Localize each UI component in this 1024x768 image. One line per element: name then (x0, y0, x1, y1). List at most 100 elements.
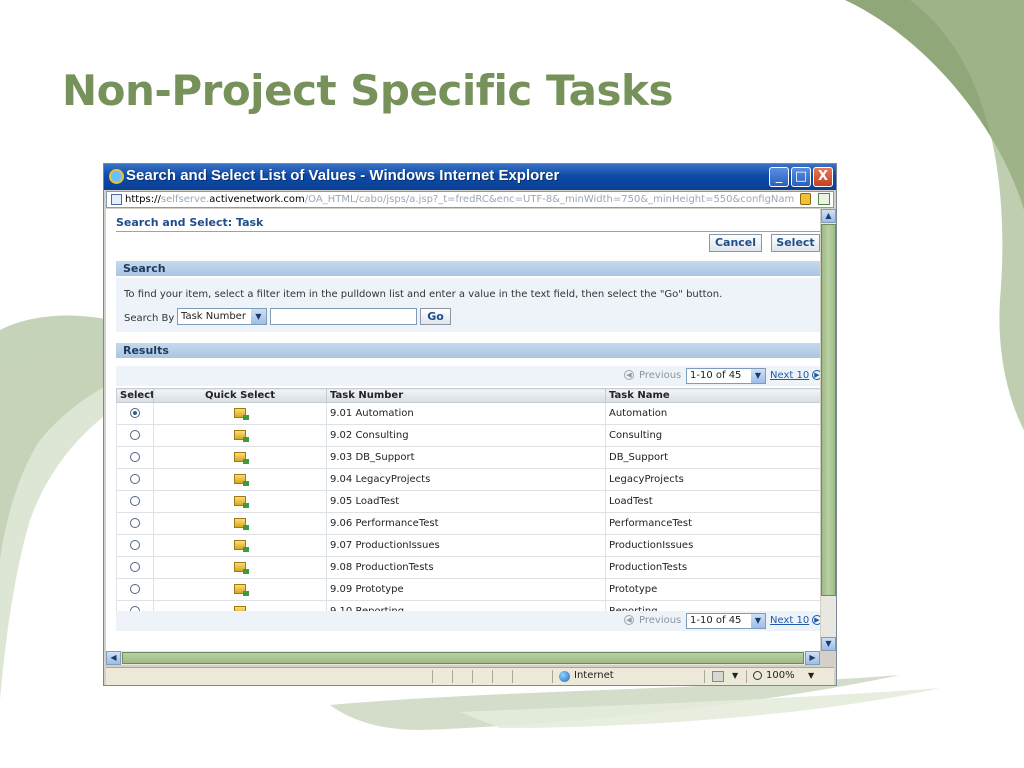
task-number-cell: 9.01 Automation (326, 402, 606, 425)
next-icon[interactable]: ▶ (812, 615, 820, 625)
quick-select-cell[interactable] (153, 468, 327, 491)
chevron-down-icon[interactable]: ▼ (751, 614, 765, 628)
certificate-icon[interactable] (818, 193, 830, 205)
previous-icon: ◀ (624, 615, 634, 625)
chevron-down-icon[interactable]: ▼ (808, 668, 814, 684)
quick-select-cell[interactable] (153, 556, 327, 579)
next-icon[interactable]: ▶ (812, 370, 820, 380)
quick-select-icon[interactable] (234, 474, 249, 486)
select-radio[interactable] (130, 474, 140, 484)
scroll-up-icon[interactable]: ▲ (821, 209, 836, 223)
title-divider (116, 231, 820, 232)
vertical-scroll-thumb[interactable] (821, 224, 836, 596)
table-row[interactable]: 9.09 Prototype Prototype (116, 578, 820, 601)
range-select[interactable]: 1-10 of 45 ▼ (686, 368, 766, 384)
scroll-down-icon[interactable]: ▼ (821, 637, 836, 651)
zoom-level[interactable]: 100% (766, 668, 795, 684)
quick-select-icon[interactable] (234, 430, 249, 442)
select-cell[interactable] (116, 578, 154, 601)
status-separator (452, 670, 453, 683)
quick-select-cell[interactable] (153, 446, 327, 469)
security-zone-label: Internet (574, 670, 614, 681)
quick-select-cell[interactable] (153, 512, 327, 535)
select-cell[interactable] (116, 556, 154, 579)
window-titlebar[interactable]: Search and Select List of Values - Windo… (104, 164, 836, 190)
task-number-cell: 9.02 Consulting (326, 424, 606, 447)
select-radio[interactable] (130, 584, 140, 594)
table-row[interactable]: 9.06 PerformanceTest PerformanceTest (116, 512, 820, 535)
table-row[interactable]: 9.08 ProductionTests ProductionTests (116, 556, 820, 579)
status-separator (552, 670, 553, 683)
close-button[interactable]: X (813, 167, 833, 187)
select-radio[interactable] (130, 496, 140, 506)
scroll-right-icon[interactable]: ▶ (805, 651, 820, 665)
quick-select-cell[interactable] (153, 424, 327, 447)
table-row[interactable]: 9.03 DB_Support DB_Support (116, 446, 820, 469)
task-number-cell: 9.05 LoadTest (326, 490, 606, 513)
vertical-scrollbar[interactable]: ▲ ▼ (821, 209, 836, 651)
quick-select-cell[interactable] (153, 490, 327, 513)
table-row[interactable]: 9.05 LoadTest LoadTest (116, 490, 820, 513)
select-radio[interactable] (130, 408, 140, 418)
zoom-icon[interactable] (753, 671, 762, 680)
filter-select[interactable]: Task Number ▼ (177, 308, 267, 325)
next-link[interactable]: Next 10 (770, 615, 809, 626)
select-cell[interactable] (116, 446, 154, 469)
quick-select-icon[interactable] (234, 518, 249, 530)
task-name-cell: Consulting (605, 424, 820, 447)
select-cell[interactable] (116, 490, 154, 513)
quick-select-cell[interactable] (153, 578, 327, 601)
search-by-label: Search By (124, 313, 175, 324)
chevron-down-icon[interactable]: ▼ (251, 309, 266, 324)
next-link[interactable]: Next 10 (770, 370, 809, 381)
task-name-cell: LegacyProjects (605, 468, 820, 491)
search-input[interactable] (270, 308, 417, 325)
select-radio[interactable] (130, 518, 140, 528)
address-bar[interactable]: https://selfserve.activenetwork.com/OA_H… (106, 191, 834, 208)
task-name-cell: ProductionIssues (605, 534, 820, 557)
select-cell[interactable] (116, 402, 154, 425)
quick-select-icon[interactable] (234, 496, 249, 508)
select-radio[interactable] (130, 452, 140, 462)
quick-select-cell[interactable] (153, 402, 327, 425)
quick-select-icon[interactable] (234, 584, 249, 596)
results-body: 9.01 Automation Automation 9.02 Consulting… (116, 402, 820, 623)
maximize-button[interactable]: □ (791, 167, 811, 187)
select-cell[interactable] (116, 468, 154, 491)
status-separator (472, 670, 473, 683)
select-cell[interactable] (116, 534, 154, 557)
chevron-down-icon[interactable]: ▼ (751, 369, 765, 383)
quick-select-icon[interactable] (234, 540, 249, 552)
protected-mode-icon[interactable] (712, 671, 724, 682)
select-radio[interactable] (130, 562, 140, 572)
results-pager-bottom: ◀ Previous 1-10 of 45 ▼ Next 10 ▶ (116, 611, 820, 631)
scroll-left-icon[interactable]: ◀ (106, 651, 121, 665)
lock-icon[interactable] (800, 193, 811, 205)
quick-select-icon[interactable] (234, 408, 249, 420)
url-protocol: https:// (125, 194, 161, 205)
quick-select-icon[interactable] (234, 452, 249, 464)
table-row[interactable]: 9.04 LegacyProjects LegacyProjects (116, 468, 820, 491)
horizontal-scroll-thumb[interactable] (122, 652, 804, 664)
results-pager-top: ◀ Previous 1-10 of 45 ▼ Next 10 ▶ (116, 366, 820, 386)
quick-select-cell[interactable] (153, 534, 327, 557)
task-name-cell: PerformanceTest (605, 512, 820, 535)
task-number-cell: 9.06 PerformanceTest (326, 512, 606, 535)
table-row[interactable]: 9.07 ProductionIssues ProductionIssues (116, 534, 820, 557)
select-radio[interactable] (130, 540, 140, 550)
select-cell[interactable] (116, 512, 154, 535)
cancel-button[interactable]: Cancel (709, 234, 762, 252)
table-row[interactable]: 9.01 Automation Automation (116, 402, 820, 425)
range-select[interactable]: 1-10 of 45 ▼ (686, 613, 766, 629)
minimize-button[interactable]: _ (769, 167, 789, 187)
internet-explorer-icon (109, 169, 124, 184)
quick-select-icon[interactable] (234, 562, 249, 574)
select-radio[interactable] (130, 430, 140, 440)
select-button[interactable]: Select (771, 234, 820, 252)
dialog-title: Search and Select: Task (116, 216, 264, 229)
horizontal-scrollbar[interactable]: ◀ ▶ (106, 651, 820, 665)
table-row[interactable]: 9.02 Consulting Consulting (116, 424, 820, 447)
select-cell[interactable] (116, 424, 154, 447)
go-button[interactable]: Go (420, 308, 451, 325)
chevron-down-icon[interactable]: ▼ (732, 668, 738, 684)
